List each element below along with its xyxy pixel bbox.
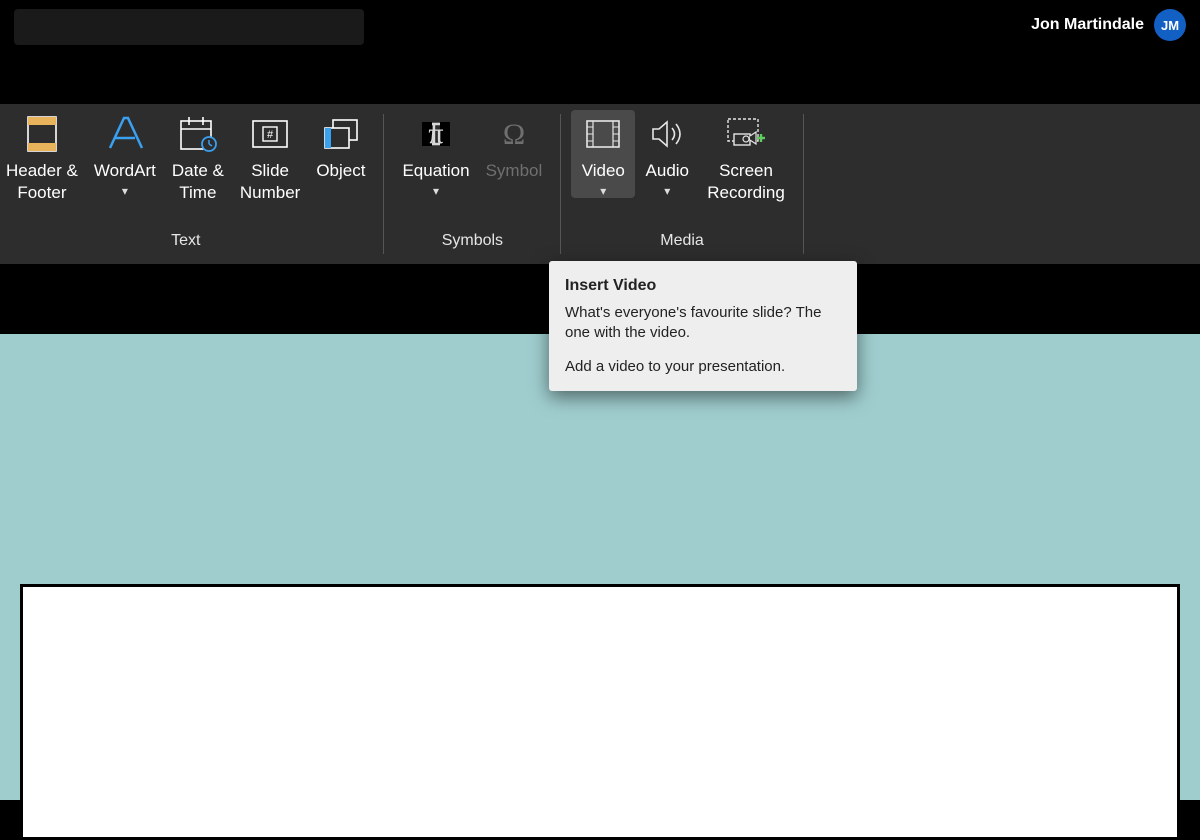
audio-label: Audio [646, 160, 689, 182]
slide-stage[interactable] [0, 334, 1200, 800]
ribbon: Header & Footer WordArt ▾ [0, 104, 1200, 264]
title-bar: Jon Martindale JM [0, 0, 1200, 50]
date-time-button[interactable]: Date & Time [164, 110, 232, 204]
avatar[interactable]: JM [1154, 9, 1186, 41]
user-name-label: Jon Martindale [1031, 16, 1144, 34]
group-divider [383, 114, 384, 254]
user-area[interactable]: Jon Martindale JM [1031, 9, 1186, 41]
tooltip-title: Insert Video [565, 275, 841, 297]
tab-strip-area [0, 50, 1200, 104]
chevron-down-icon: ▾ [600, 184, 606, 198]
equation-icon: π [416, 112, 456, 156]
equation-button[interactable]: π Equation ▾ [394, 110, 477, 198]
header-footer-label: Header & Footer [6, 160, 78, 204]
svg-text:π: π [428, 117, 443, 150]
tooltip-body-2: Add a video to your presentation. [565, 357, 841, 377]
ribbon-group-media: Video ▾ Audio ▾ [567, 104, 797, 264]
group-label-media: Media [571, 228, 793, 250]
symbol-icon: Ω [494, 112, 534, 156]
header-footer-button[interactable]: Header & Footer [0, 110, 86, 204]
slide-number-button[interactable]: # Slide Number [232, 110, 308, 204]
screen-recording-label: Screen Recording [707, 160, 785, 204]
chevron-down-icon: ▾ [122, 184, 128, 198]
avatar-initials: JM [1161, 18, 1179, 33]
audio-icon [647, 112, 687, 156]
svg-text:#: # [267, 129, 274, 141]
symbol-button: Ω Symbol [478, 110, 551, 182]
chevron-down-icon: ▾ [433, 184, 439, 198]
symbol-label: Symbol [486, 160, 543, 182]
group-divider [803, 114, 804, 254]
object-button[interactable]: Object [308, 110, 373, 182]
slide-canvas[interactable] [20, 584, 1180, 840]
search-input[interactable] [14, 9, 364, 45]
video-icon [583, 112, 623, 156]
screen-recording-icon [724, 112, 768, 156]
tooltip-body-1: What's everyone's favourite slide? The o… [565, 303, 841, 344]
group-label-text: Text [0, 228, 373, 250]
audio-button[interactable]: Audio ▾ [635, 110, 699, 198]
date-time-icon [178, 112, 218, 156]
slide-number-icon: # [250, 112, 290, 156]
video-button[interactable]: Video ▾ [571, 110, 635, 198]
date-time-label: Date & Time [172, 160, 224, 204]
group-divider [560, 114, 561, 254]
object-icon [321, 112, 361, 156]
chevron-down-icon: ▾ [664, 184, 670, 198]
equation-label: Equation [402, 160, 469, 182]
wordart-label: WordArt [94, 160, 156, 182]
ribbon-group-symbols: π Equation ▾ Ω Symbol Symbols [390, 104, 554, 264]
video-label: Video [582, 160, 625, 182]
ribbon-group-text: Header & Footer WordArt ▾ [0, 104, 377, 264]
svg-text:Ω: Ω [503, 118, 525, 151]
tooltip-insert-video: Insert Video What's everyone's favourite… [549, 261, 857, 391]
header-footer-icon [25, 112, 59, 156]
wordart-button[interactable]: WordArt ▾ [86, 110, 164, 198]
object-label: Object [316, 160, 365, 182]
group-label-symbols: Symbols [394, 228, 550, 250]
wordart-icon [104, 112, 146, 156]
screen-recording-button[interactable]: Screen Recording [699, 110, 793, 204]
slide-number-label: Slide Number [240, 160, 300, 204]
